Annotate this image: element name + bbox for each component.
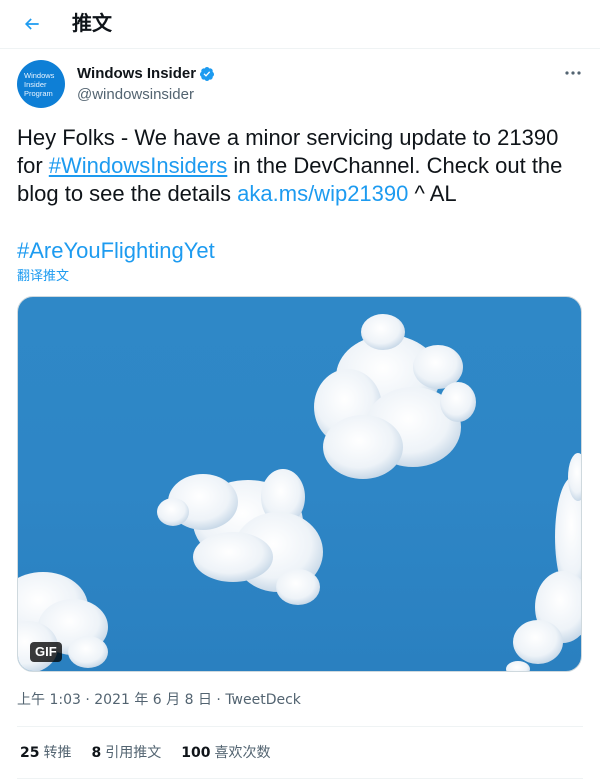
hashtag-link[interactable]: #AreYouFlightingYet bbox=[17, 236, 215, 266]
author-handle[interactable]: @windowsinsider bbox=[77, 85, 194, 105]
author-name-row: Windows Insider bbox=[77, 64, 215, 84]
separator: · bbox=[80, 692, 95, 708]
quotes-stat[interactable]: 8 引用推文 bbox=[91, 743, 161, 763]
quotes-label: 引用推文 bbox=[105, 745, 162, 761]
separator: · bbox=[211, 692, 226, 708]
avatar[interactable]: Windows Insider Program bbox=[17, 60, 65, 108]
hashtag-link[interactable]: #WindowsInsiders bbox=[49, 153, 228, 178]
tweet-text-part: ^ AL bbox=[408, 181, 457, 206]
divider bbox=[17, 726, 583, 727]
page-title: 推文 bbox=[72, 11, 112, 35]
likes-label: 喜欢次数 bbox=[214, 745, 271, 761]
engagement-stats: 25 转推 8 引用推文 100 喜欢次数 bbox=[20, 743, 290, 763]
tweet-text: Hey Folks - We have a minor servicing up… bbox=[17, 124, 587, 208]
more-options-button[interactable] bbox=[560, 62, 586, 84]
translate-tweet-link[interactable]: 翻译推文 bbox=[17, 268, 69, 286]
likes-count: 100 bbox=[181, 745, 211, 761]
retweets-count: 25 bbox=[20, 745, 40, 761]
gif-media[interactable]: GIF bbox=[17, 296, 582, 672]
clouds-image bbox=[18, 314, 581, 671]
tweet-source[interactable]: TweetDeck bbox=[225, 692, 301, 708]
back-button[interactable] bbox=[14, 6, 50, 42]
retweets-stat[interactable]: 25 转推 bbox=[20, 743, 71, 763]
divider bbox=[17, 778, 583, 779]
more-horizontal-icon bbox=[565, 71, 581, 75]
retweets-label: 转推 bbox=[43, 745, 72, 761]
tweet-date[interactable]: 2021 年 6 月 8 日 bbox=[94, 692, 212, 708]
arrow-left-icon bbox=[24, 18, 39, 30]
author-display-name[interactable]: Windows Insider bbox=[77, 64, 196, 84]
top-bar: 推文 bbox=[0, 0, 600, 49]
gif-badge: GIF bbox=[30, 642, 62, 662]
avatar-text: Windows Insider Program bbox=[24, 70, 55, 98]
likes-stat[interactable]: 100 喜欢次数 bbox=[181, 743, 270, 763]
quotes-count: 8 bbox=[91, 745, 102, 761]
verified-badge-icon bbox=[200, 67, 215, 81]
blog-link[interactable]: aka.ms/wip21390 bbox=[237, 181, 408, 206]
tweet-timestamp: 上午 1:03 · 2021 年 6 月 8 日 · TweetDeck bbox=[17, 690, 301, 710]
tweet-time[interactable]: 上午 1:03 bbox=[17, 692, 81, 708]
